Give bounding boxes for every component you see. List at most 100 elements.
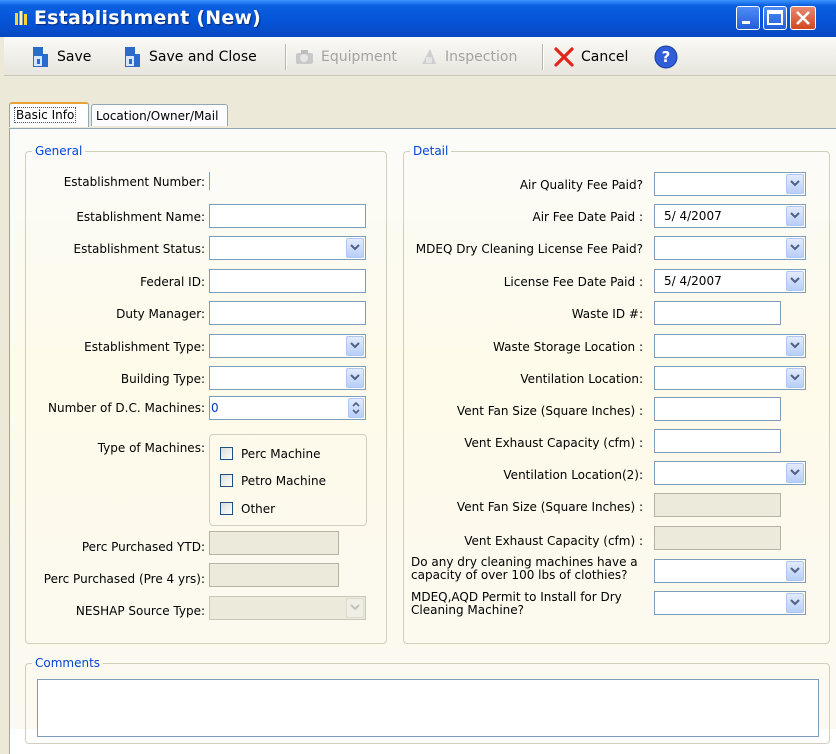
air-quality-fee-paid-select[interactable] [654,172,806,196]
establishment-type-select[interactable] [209,334,366,358]
tab-location-owner-mail[interactable]: Location/Owner/Mail [91,104,228,126]
dropdown-arrow[interactable] [786,271,804,291]
waste-id-input[interactable] [654,301,781,325]
equipment-button[interactable]: Equipment [294,45,397,69]
establishment-number-value [209,172,210,190]
air-quality-fee-paid-label: Air Quality Fee Paid? [519,178,643,192]
dropdown-arrow[interactable] [346,238,364,258]
other-machine-label: Other [241,502,276,516]
waste-id-label: Waste ID #: [571,307,643,321]
ventilation-location-select[interactable] [654,366,806,390]
air-fee-date-value: 5/ 4/2007 [664,209,722,223]
air-fee-date-picker[interactable]: 5/ 4/2007 [654,204,806,228]
maximize-button[interactable] [763,6,787,30]
vent-fan-size2-label: Vent Fan Size (Square Inches) : [456,500,643,514]
help-icon: ? [654,45,678,69]
vent-exhaust-capacity2-label: Vent Exhaust Capacity (cfm) : [464,534,643,548]
save-and-close-button[interactable]: Save and Close [122,45,257,69]
dropdown-arrow[interactable] [786,463,804,483]
building-type-select[interactable] [209,366,366,390]
vent-exhaust-capacity-input[interactable] [654,429,781,453]
minimize-icon [742,21,750,24]
dropdown-arrow[interactable] [786,561,804,581]
ventilation-location2-select[interactable] [654,461,806,485]
help-button[interactable]: ? [654,45,683,69]
establishment-status-select[interactable] [209,236,366,260]
comments-legend: Comments [35,656,101,670]
dropdown-arrow[interactable] [786,593,804,613]
petro-machine-checkbox[interactable] [220,474,233,487]
equipment-icon [296,50,313,64]
dropdown-arrow[interactable] [346,368,364,388]
vent-exhaust-capacity-label: Vent Exhaust Capacity (cfm) : [464,436,643,450]
license-fee-date-picker[interactable]: 5/ 4/2007 [654,269,806,293]
permit-to-install-label: MDEQ,AQD Permit to Install for Dry Clean… [411,591,622,617]
duty-manager-input[interactable] [209,301,366,325]
tab-location-owner-mail-label: Location/Owner/Mail [96,109,219,123]
dropdown-arrow[interactable] [786,238,804,258]
perc-purchased-ytd-input [209,531,339,555]
save-and-close-label: Save and Close [149,49,257,65]
chevron-down-icon [790,244,800,251]
dropdown-arrow[interactable] [786,206,804,226]
federal-id-input[interactable] [209,269,366,293]
toolbar: Save Save and Close Equipment Inspection… [4,37,836,76]
perc-machine-checkbox[interactable] [220,447,233,460]
save-button[interactable]: Save [30,45,91,69]
mdeq-license-fee-paid-select[interactable] [654,236,806,260]
title-bar: Establishment (New) [0,0,836,37]
over-100lbs-select[interactable] [654,559,806,583]
chevron-down-icon [790,212,800,219]
comments-textarea[interactable] [37,679,819,737]
num-dc-machines-value: 0 [211,401,219,415]
window-title: Establishment (New) [34,7,262,29]
vent-exhaust-capacity2-input [654,526,781,550]
close-button[interactable] [790,6,816,30]
equipment-label: Equipment [321,49,397,65]
permit-to-install-select[interactable] [654,591,806,615]
waste-storage-location-select[interactable] [654,334,806,358]
inspection-icon [422,49,436,64]
permit-to-install-label-line2: Cleaning Machine? [411,603,525,617]
svg-text:?: ? [662,48,671,66]
vent-fan-size-input[interactable] [654,397,781,421]
chevron-down-icon [790,567,800,574]
dropdown-arrow[interactable] [786,174,804,194]
neshap-source-type-select [209,596,366,620]
minimize-button[interactable] [736,6,760,30]
chevron-down-icon [350,342,360,349]
inspection-label: Inspection [445,49,518,65]
license-fee-date-value: 5/ 4/2007 [664,274,722,288]
federal-id-label: Federal ID: [140,275,205,289]
establishment-type-label: Establishment Type: [84,340,205,354]
app-icon [15,11,27,25]
save-label: Save [57,49,92,65]
chevron-down-icon [790,180,800,187]
save-close-icon [125,47,140,67]
dropdown-arrow[interactable] [346,336,364,356]
ventilation-location-label: Ventilation Location: [520,372,643,386]
chevron-down-icon [790,277,800,284]
up-down-arrows-icon [352,401,360,415]
dropdown-arrow[interactable] [786,336,804,356]
toolbar-separator [542,44,544,70]
chevron-down-icon [350,374,360,381]
establishment-number-label: Establishment Number: [63,175,205,189]
dropdown-arrow[interactable] [786,368,804,388]
air-fee-date-paid-label: Air Fee Date Paid : [532,210,643,224]
close-icon [796,11,810,25]
chevron-down-icon [790,342,800,349]
other-machine-checkbox[interactable] [220,502,233,515]
spinner-buttons[interactable] [348,398,364,418]
maximize-icon [767,10,783,25]
dropdown-arrow [346,598,364,618]
inspection-button[interactable]: Inspection [418,45,517,69]
detail-legend: Detail [413,144,449,158]
waste-storage-location-label: Waste Storage Location : [493,340,643,354]
cancel-button[interactable]: Cancel [552,45,628,69]
cancel-icon [554,47,574,67]
establishment-name-input[interactable] [209,204,366,228]
tab-basic-info[interactable]: Basic Info [9,102,89,127]
perc-purchased-pre4-input [209,563,339,587]
num-dc-machines-spinner[interactable]: 0 [209,396,366,420]
